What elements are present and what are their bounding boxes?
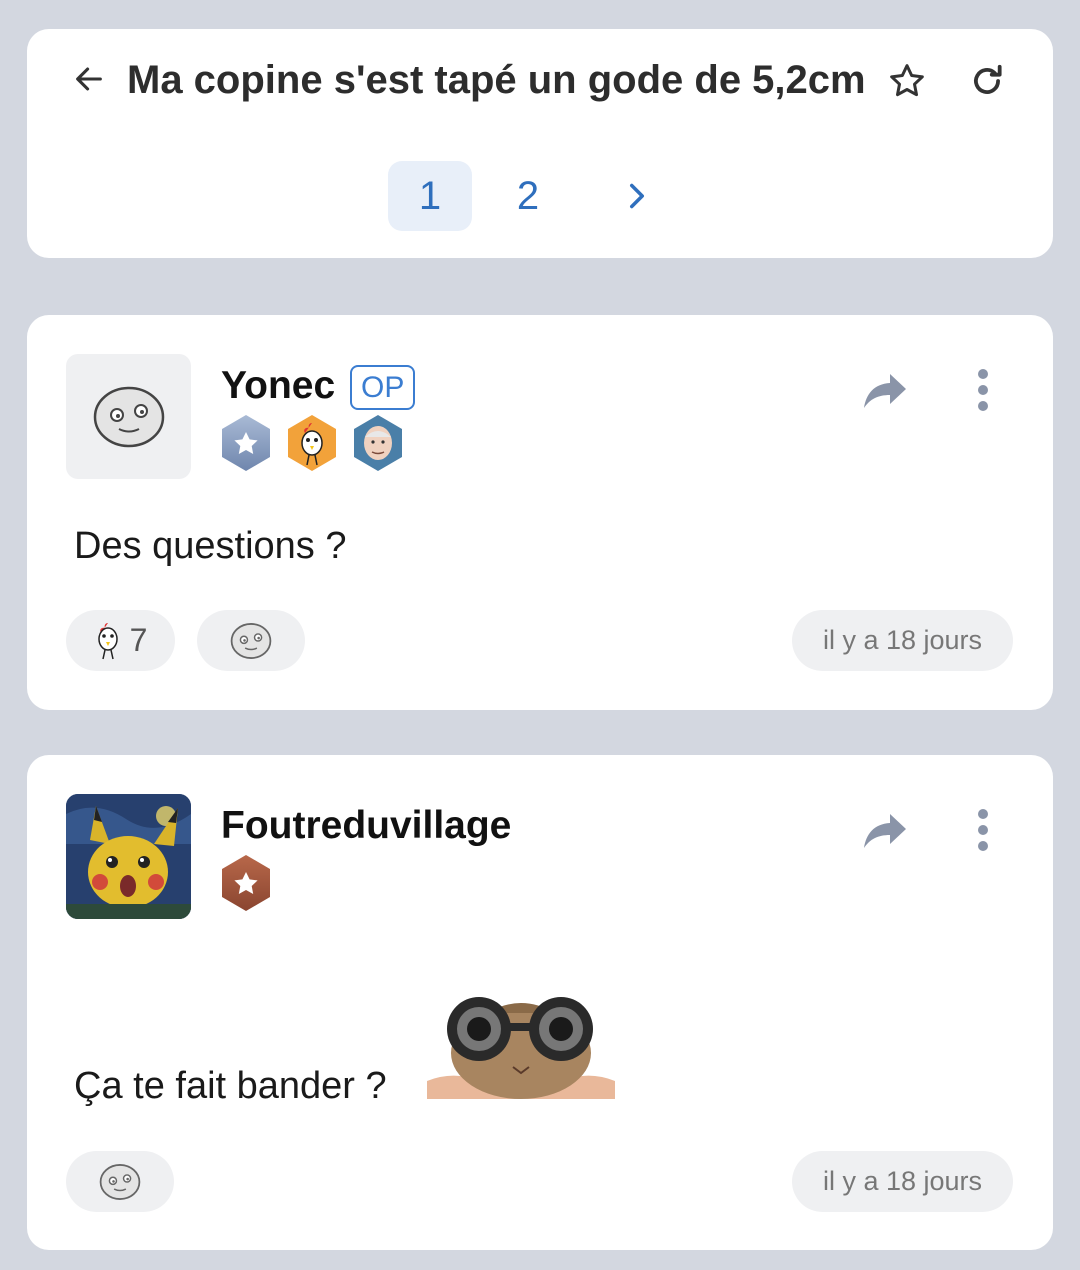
badge-list [219, 853, 273, 913]
op-badge: OP [350, 365, 416, 410]
avatar[interactable] [66, 794, 191, 919]
page-button-1[interactable]: 1 [388, 161, 472, 231]
reaction-chicken[interactable]: 7 [66, 610, 175, 671]
favorite-button[interactable] [883, 57, 931, 105]
refresh-button[interactable] [963, 57, 1011, 105]
share-arrow-icon [864, 374, 906, 408]
refresh-icon [974, 64, 1002, 94]
star-hex-badge-icon [219, 413, 273, 473]
back-button[interactable] [67, 57, 111, 101]
add-reaction-button[interactable] [197, 610, 305, 671]
chicken-badge-icon [285, 413, 339, 473]
smiley-face-icon [230, 622, 272, 659]
more-options-button[interactable] [963, 805, 1003, 855]
cat-goggles-sticker [427, 983, 615, 1099]
post-text: Ça te fait bander ? [74, 1065, 387, 1107]
avatar[interactable] [66, 354, 191, 479]
more-vertical-icon [978, 809, 988, 851]
bronze-star-badge-icon [219, 853, 273, 913]
share-button[interactable] [859, 367, 911, 415]
chevron-right-icon [630, 183, 644, 209]
more-vertical-icon [978, 369, 988, 411]
badge-list [219, 413, 405, 473]
chicken-emoji-icon [97, 622, 118, 659]
default-avatar-face-icon [93, 386, 164, 447]
topic-title: Ma copine s'est tapé un gode de 5,2cm [127, 58, 866, 102]
share-arrow-icon [864, 814, 906, 848]
harold-badge-icon [351, 413, 405, 473]
pikachu-avatar-image [66, 794, 191, 919]
topic-header: Ma copine s'est tapé un gode de 5,2cm 1 … [27, 29, 1053, 258]
pagination: 1 2 [27, 161, 1053, 231]
star-icon [890, 64, 924, 97]
post-card: Yonec OP Des questions ? 7 il y a 18 jou… [27, 315, 1053, 710]
author-name[interactable]: Foutreduvillage [221, 803, 511, 849]
page-button-2[interactable]: 2 [486, 161, 570, 231]
add-reaction-button[interactable] [66, 1151, 174, 1212]
reaction-count: 7 [129, 622, 148, 658]
post-text: Des questions ? [74, 525, 347, 567]
arrow-left-icon [76, 67, 102, 91]
post-date[interactable]: il y a 18 jours [792, 1151, 1013, 1212]
share-button[interactable] [859, 807, 911, 855]
author-name[interactable]: Yonec [221, 363, 335, 409]
smiley-face-icon [99, 1163, 141, 1200]
next-page-button[interactable] [595, 161, 679, 231]
post-card: Foutreduvillage Ça te fait bander ? il y… [27, 755, 1053, 1250]
more-options-button[interactable] [963, 365, 1003, 415]
post-date[interactable]: il y a 18 jours [792, 610, 1013, 671]
